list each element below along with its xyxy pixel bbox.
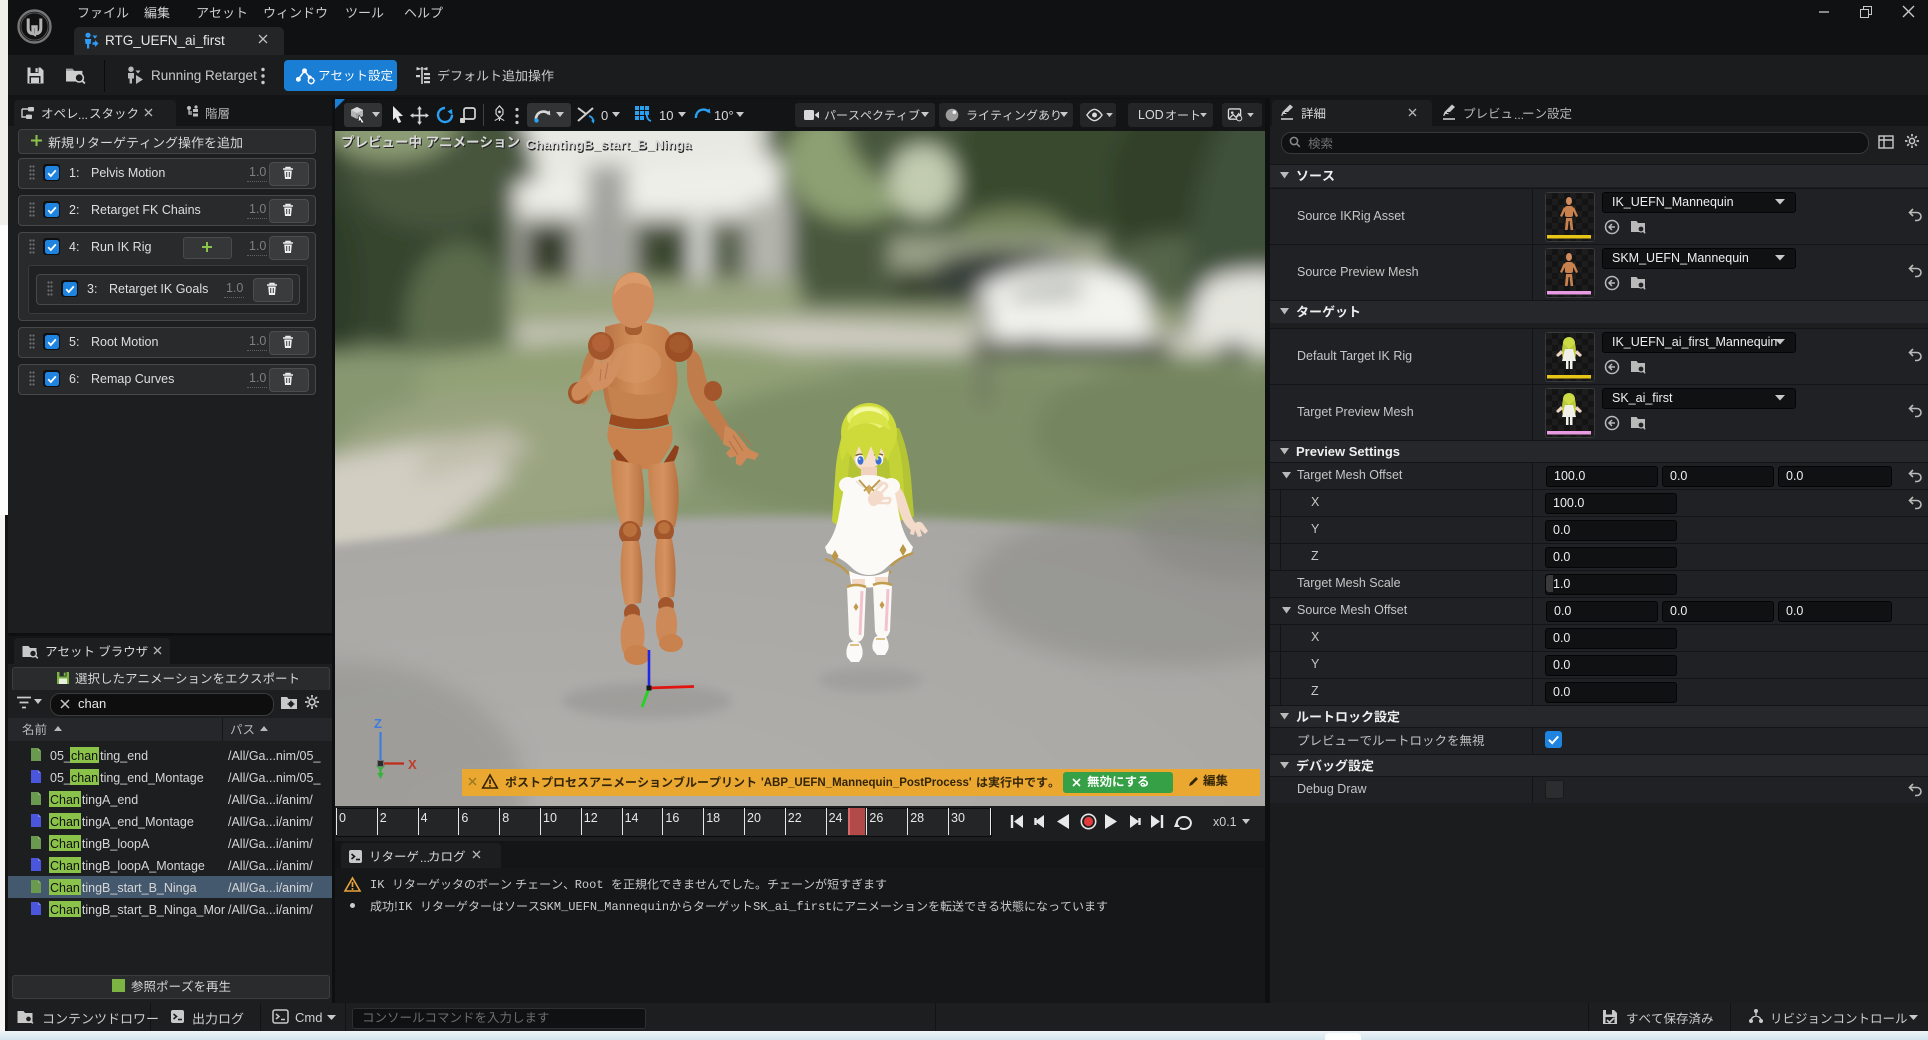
svg-text:X: X — [408, 757, 417, 772]
svg-text:Z: Z — [374, 716, 382, 731]
